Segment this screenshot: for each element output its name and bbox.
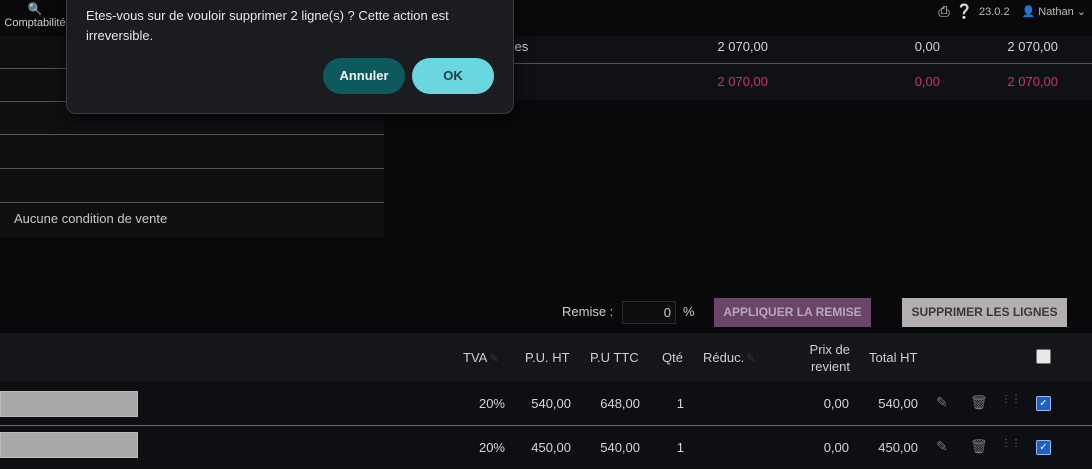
col-reduc[interactable]: Réduc. ✎ bbox=[703, 350, 755, 365]
row-select-checkbox[interactable]: ✓ bbox=[1036, 396, 1051, 411]
lines-table-header: TVA ✎ P.U. HT P.U TTC Qté Réduc. ✎ Prix de… bbox=[0, 333, 1092, 382]
col-pu-ht: P.U. HT bbox=[525, 350, 570, 365]
user-menu[interactable]: 👤 Nathan ⌄ bbox=[1021, 5, 1086, 19]
row-prix-revient: 0,00 bbox=[823, 396, 849, 411]
confirm-delete-dialog: Etes-vous sur de vouloir supprimer 2 lig… bbox=[66, 0, 514, 114]
remise-unit: % bbox=[683, 304, 695, 319]
table-row: 20% 450,00 540,00 1 0,00 450,00 ✎ 🗑 ⋮⋮ ✓ bbox=[0, 425, 1092, 469]
left-row bbox=[0, 169, 384, 203]
totals-ht: 2 070,00 bbox=[717, 39, 768, 54]
pencil-icon: ✎ bbox=[746, 353, 756, 365]
col-qte: Qté bbox=[662, 350, 683, 365]
user-icon: 👤 bbox=[1021, 6, 1036, 18]
pencil-icon: ✎ bbox=[489, 353, 499, 365]
edit-pencil-icon[interactable]: ✎ bbox=[936, 438, 948, 455]
help-icon[interactable]: ❔ bbox=[956, 3, 973, 20]
row-pu-ht: 540,00 bbox=[531, 396, 571, 411]
printer-icon[interactable]: ⎙ bbox=[938, 3, 949, 20]
remise-input[interactable] bbox=[622, 301, 676, 324]
totals-tva: 0,00 bbox=[914, 39, 940, 54]
totals-remaining-ht: 2 070,00 bbox=[717, 74, 768, 89]
cancel-button[interactable]: Annuler bbox=[323, 58, 405, 94]
row-select-checkbox[interactable]: ✓ bbox=[1036, 440, 1051, 455]
row-prix-revient: 0,00 bbox=[823, 440, 849, 455]
drag-handle-icon[interactable]: ⋮⋮ bbox=[1001, 438, 1021, 449]
row-pu-ht: 450,00 bbox=[531, 440, 571, 455]
chevron-down-icon: ⌄ bbox=[1076, 6, 1086, 18]
nav-comptabilite[interactable]: 🔍 Comptabilité bbox=[0, 0, 70, 36]
nav-comptabilite-label: Comptabilité bbox=[4, 17, 66, 29]
delete-lines-button[interactable]: SUPPRIMER LES LIGNES bbox=[902, 298, 1067, 327]
drag-handle-icon[interactable]: ⋮⋮ bbox=[1001, 394, 1021, 405]
totals-ttc: 2 070,00 bbox=[1007, 39, 1058, 54]
select-all-checkbox[interactable] bbox=[1036, 349, 1051, 364]
edit-pencil-icon[interactable]: ✎ bbox=[936, 394, 948, 411]
row-total-ht: 450,00 bbox=[878, 440, 918, 455]
apply-discount-button[interactable]: APPLIQUER LA REMISE bbox=[714, 298, 871, 327]
row-pu-ttc: 648,00 bbox=[600, 396, 640, 411]
trash-icon[interactable]: 🗑 bbox=[970, 394, 988, 411]
row-pu-ttc: 540,00 bbox=[600, 440, 640, 455]
row-total-ht: 540,00 bbox=[878, 396, 918, 411]
dialog-message: Etes-vous sur de vouloir supprimer 2 lig… bbox=[86, 8, 449, 43]
remise-label: Remise : bbox=[562, 304, 614, 319]
condition-vente-text: Aucune condition de vente bbox=[14, 211, 168, 226]
col-tva-label: TVA bbox=[463, 350, 488, 365]
ok-button[interactable]: OK bbox=[412, 58, 494, 94]
col-reduc-label: Réduc. bbox=[703, 350, 745, 365]
row-tva: 20% bbox=[478, 396, 505, 411]
row-tva: 20% bbox=[478, 440, 505, 455]
table-row: 20% 540,00 648,00 1 0,00 540,00 ✎ 🗑 ⋮⋮ ✓ bbox=[0, 382, 1092, 425]
col-total-ht: Total HT bbox=[869, 350, 918, 365]
line-description-field[interactable] bbox=[0, 432, 138, 458]
totals-remaining-tva: 0,00 bbox=[914, 74, 940, 89]
left-row bbox=[0, 135, 384, 169]
col-tva[interactable]: TVA ✎ bbox=[463, 350, 499, 365]
version-label: 23.0.2 bbox=[979, 5, 1010, 18]
totals-remaining-ttc: 2 070,00 bbox=[1007, 74, 1058, 89]
col-pu-ttc: P.U TTC bbox=[590, 350, 639, 365]
row-qte: 1 bbox=[676, 440, 684, 455]
line-description-field[interactable] bbox=[0, 391, 138, 417]
magnifier-icon: 🔍 bbox=[27, 2, 43, 16]
top-right-tools: ⎙ ❔ 23.0.2 👤 Nathan ⌄ bbox=[938, 3, 1086, 20]
col-prix-revient: Prix de revient bbox=[809, 342, 850, 374]
user-name: Nathan bbox=[1038, 5, 1074, 18]
trash-icon[interactable]: 🗑 bbox=[970, 438, 988, 455]
row-qte: 1 bbox=[676, 396, 684, 411]
